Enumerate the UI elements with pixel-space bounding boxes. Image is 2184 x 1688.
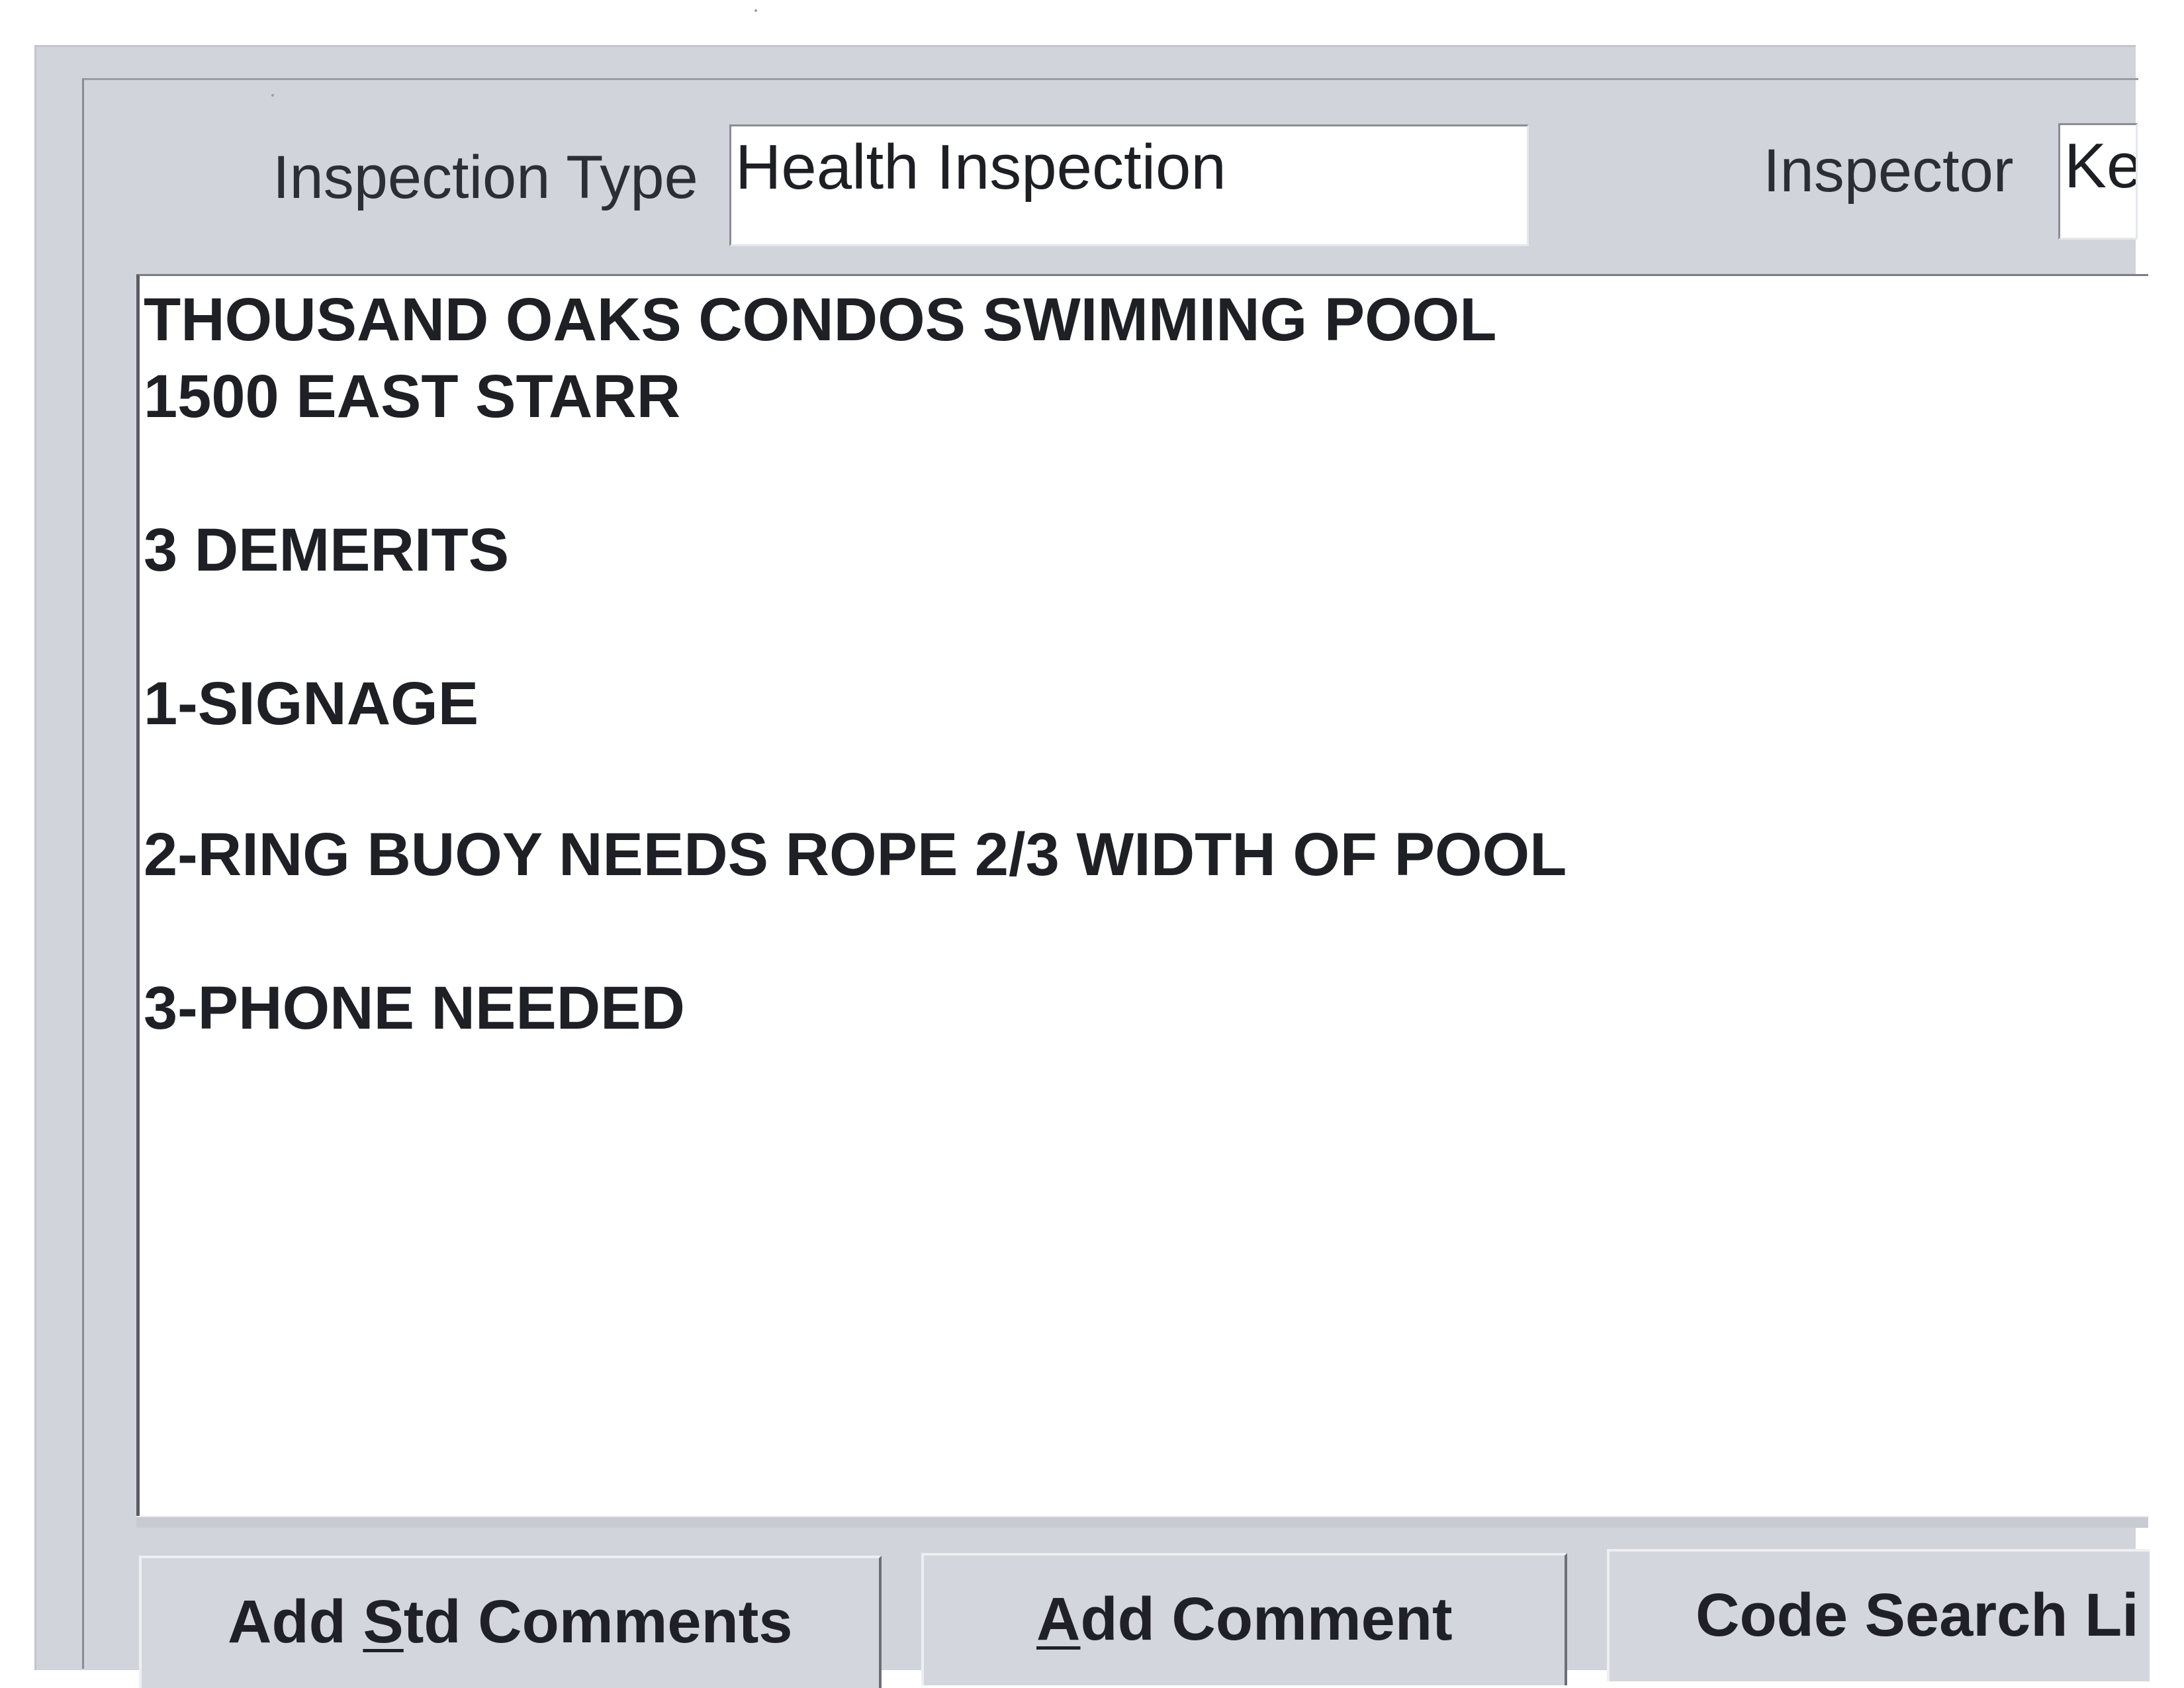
inspection-comments-textarea[interactable]: THOUSAND OAKS CONDOS SWIMMING POOL 1500 … [136, 274, 2148, 1516]
inspector-value: Ke [2064, 130, 2138, 201]
comment-line: 2-RING BUOY NEEDS ROPE 2/3 WIDTH OF POOL [144, 821, 1567, 888]
scanned-page: Inspection Type Health Inspection Inspec… [0, 0, 2184, 1688]
textarea-bottom-edge [136, 1516, 2148, 1528]
add-comment-button[interactable]: Add Comment [921, 1553, 1567, 1685]
inspection-type-field[interactable]: Health Inspection [729, 124, 1529, 246]
scan-speck [271, 94, 274, 97]
inspection-type-value: Health Inspection [735, 132, 1226, 203]
comment-line: 3-PHONE NEEDED [144, 974, 685, 1042]
comment-line: 3 DEMERITS [144, 516, 510, 584]
add-comment-label: Add Comment [1036, 1585, 1453, 1653]
inspection-type-label: Inspection Type [273, 144, 698, 211]
inspector-field[interactable]: Ke [2058, 123, 2138, 240]
inspector-label: Inspector [1763, 137, 2014, 205]
code-search-label: Code Search Li [1696, 1581, 2139, 1649]
comment-line: 1500 EAST STARR [144, 363, 681, 430]
code-search-button[interactable]: Code Search Li [1607, 1549, 2150, 1681]
scan-speck [754, 9, 757, 12]
comment-line: THOUSAND OAKS CONDOS SWIMMING POOL [144, 286, 1497, 353]
add-std-comments-button[interactable]: Add Std Comments [139, 1556, 882, 1688]
comment-line: 1-SIGNAGE [144, 670, 479, 737]
add-std-comments-label: Add Std Comments [228, 1588, 793, 1656]
